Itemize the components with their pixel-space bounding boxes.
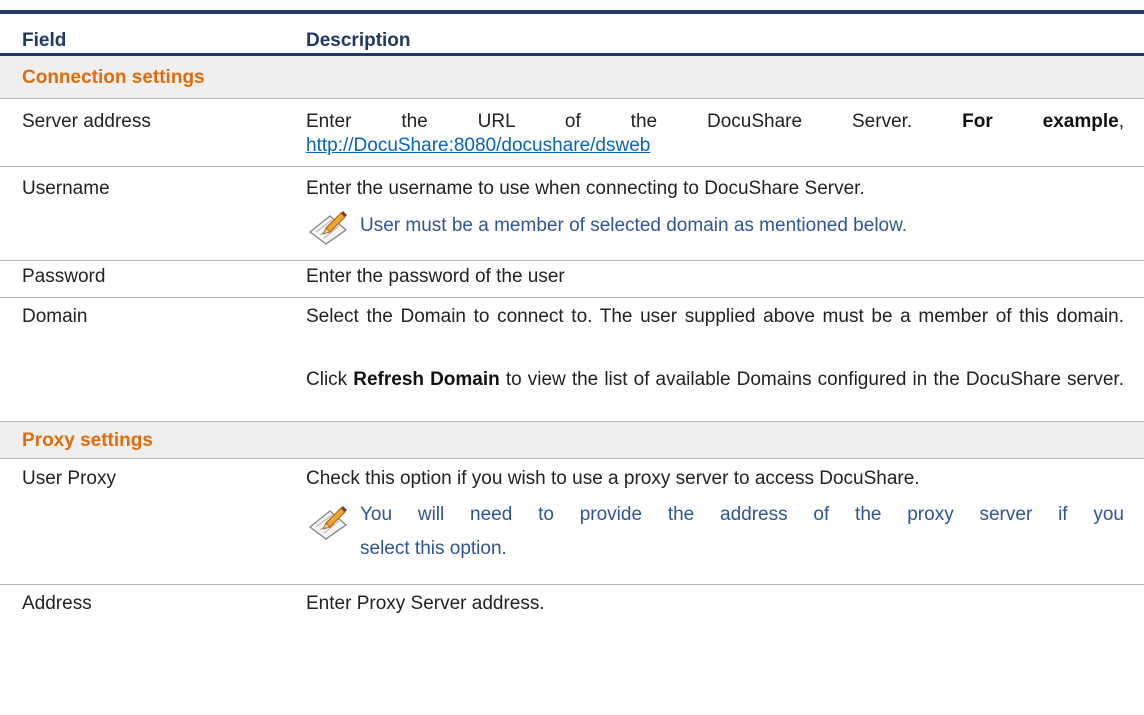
row-rule — [0, 458, 1144, 459]
notepad-pencil-icon — [308, 211, 348, 245]
desc-domain-2: Click Refresh Domain to view the list of… — [306, 368, 1124, 392]
field-username: Username — [22, 178, 110, 199]
desc-bold: Refresh Domain — [353, 369, 500, 390]
top-rule — [0, 10, 1144, 14]
desc-text: Enter the URL of the DocuShare Server. — [306, 111, 913, 132]
header-field: Field — [22, 30, 67, 51]
desc-password: Enter the password of the user — [306, 266, 565, 287]
field-password: Password — [22, 266, 106, 287]
note-user-proxy-line2: select this option. — [360, 538, 507, 559]
desc-username: Enter the username to use when connectin… — [306, 178, 865, 199]
desc-bold: For example — [962, 111, 1119, 132]
section-row-proxy — [0, 422, 1144, 458]
desc-server-address: Enter the URL of the DocuShare Server. F… — [306, 110, 1124, 134]
row-rule — [0, 584, 1144, 585]
desc-comma: , — [1118, 111, 1125, 132]
desc-text: to view the list of available Domains co… — [505, 369, 1124, 390]
section-title-connection: Connection settings — [22, 67, 205, 88]
row-rule — [0, 297, 1144, 298]
example-url-link[interactable]: http://DocuShare:8080/docushare/dsweb — [306, 134, 650, 158]
field-user-proxy: User Proxy — [22, 468, 116, 489]
field-address: Address — [22, 593, 92, 614]
desc-text: Click — [306, 369, 348, 390]
row-rule — [0, 166, 1144, 167]
field-domain: Domain — [22, 306, 88, 327]
desc-address: Enter Proxy Server address. — [306, 593, 545, 614]
note-username: User must be a member of selected domain… — [360, 215, 908, 236]
row-rule — [0, 98, 1144, 99]
section-title-proxy: Proxy settings — [22, 430, 153, 451]
header-description: Description — [306, 30, 411, 51]
field-server-address: Server address — [22, 111, 151, 132]
notepad-pencil-icon — [308, 506, 348, 540]
row-rule — [0, 260, 1144, 261]
desc-user-proxy: Check this option if you wish to use a p… — [306, 468, 920, 489]
desc-domain-1: Select the Domain to connect to. The use… — [306, 306, 1124, 327]
note-user-proxy-line1: You will need to provide the address of … — [360, 504, 1124, 525]
